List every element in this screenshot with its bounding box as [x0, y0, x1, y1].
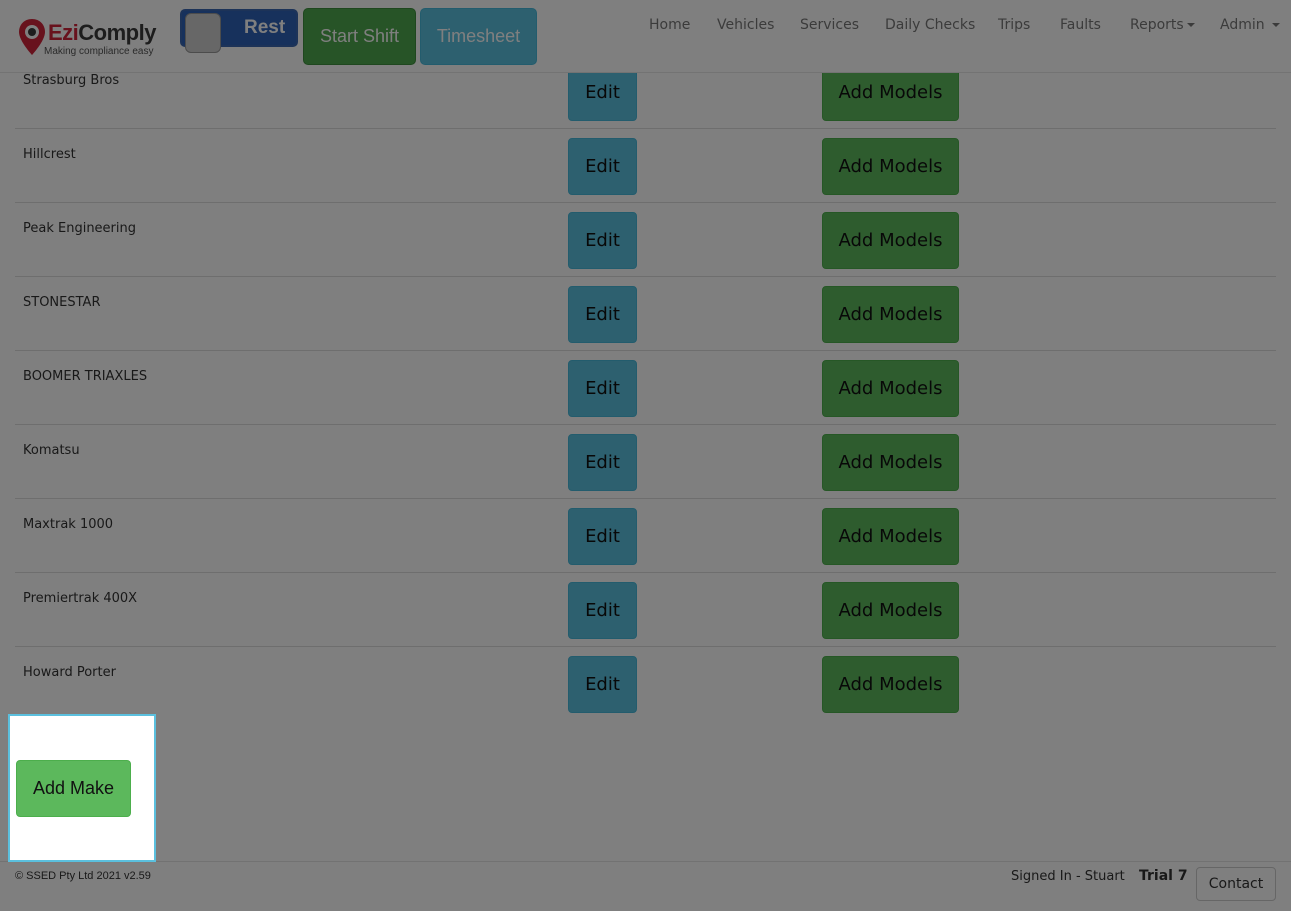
edit-button[interactable]: Edit	[568, 360, 637, 417]
table-row: Komatsu Edit Add Models	[15, 425, 1276, 499]
make-name: STONESTAR	[23, 295, 101, 310]
table-row: Peak Engineering Edit Add Models	[15, 203, 1276, 277]
signed-in-user: Signed In - Stuart	[1011, 869, 1125, 884]
table-row: Hillcrest Edit Add Models	[15, 129, 1276, 203]
make-name: Maxtrak 1000	[23, 517, 114, 532]
add-models-button[interactable]: Add Models	[822, 508, 959, 565]
contact-button[interactable]: Contact	[1196, 867, 1276, 901]
navbar: EziComply Making compliance easy Rest St…	[0, 0, 1291, 73]
make-name: BOOMER TRIAXLES	[23, 369, 148, 384]
nav-reports-dropdown[interactable]: Reports	[1130, 17, 1195, 33]
add-make-button[interactable]: Add Make	[16, 760, 131, 817]
table-row: Premiertrak 400X Edit Add Models	[15, 573, 1276, 647]
caret-down-icon	[1272, 23, 1281, 27]
nav-menu: Home Vehicles Services Daily Checks Trip…	[0, 17, 1291, 37]
add-models-button[interactable]: Add Models	[822, 286, 959, 343]
edit-button[interactable]: Edit	[568, 138, 637, 195]
footer-divider	[0, 861, 1291, 862]
edit-button[interactable]: Edit	[568, 434, 637, 491]
add-models-button[interactable]: Add Models	[822, 212, 959, 269]
logo-tagline: Making compliance easy	[44, 46, 154, 57]
table-row: Maxtrak 1000 Edit Add Models	[15, 499, 1276, 573]
trial-badge: Trial 7	[1139, 868, 1188, 884]
add-models-button[interactable]: Add Models	[822, 138, 959, 195]
nav-services[interactable]: Services	[800, 17, 859, 33]
edit-button[interactable]: Edit	[568, 286, 637, 343]
caret-down-icon	[1186, 23, 1195, 27]
edit-button[interactable]: Edit	[568, 508, 637, 565]
tour-highlight: Add Make	[8, 714, 156, 862]
add-models-button[interactable]: Add Models	[822, 360, 959, 417]
make-name: Premiertrak 400X	[23, 591, 138, 606]
make-name: Howard Porter	[23, 665, 116, 680]
nav-daily-checks[interactable]: Daily Checks	[885, 17, 975, 33]
nav-admin-dropdown[interactable]: Admin	[1220, 17, 1281, 33]
make-name: Strasburg Bros	[23, 73, 120, 88]
table-row: STONESTAR Edit Add Models	[15, 277, 1276, 351]
add-models-button[interactable]: Add Models	[822, 434, 959, 491]
add-models-button[interactable]: Add Models	[822, 582, 959, 639]
make-name: Komatsu	[23, 443, 80, 458]
make-name: Peak Engineering	[23, 221, 137, 236]
nav-trips[interactable]: Trips	[998, 17, 1030, 33]
nav-home[interactable]: Home	[649, 17, 690, 33]
table-row: Howard Porter Edit Add Models	[15, 647, 1276, 721]
table-row: BOOMER TRIAXLES Edit Add Models	[15, 351, 1276, 425]
nav-reports-label: Reports	[1130, 17, 1184, 33]
nav-faults[interactable]: Faults	[1060, 17, 1101, 33]
nav-admin-label: Admin	[1220, 17, 1265, 33]
make-name: Hillcrest	[23, 147, 76, 162]
copyright: © SSED Pty Ltd 2021 v2.59	[15, 870, 151, 882]
add-models-button[interactable]: Add Models	[822, 656, 959, 713]
nav-vehicles[interactable]: Vehicles	[717, 17, 774, 33]
edit-button[interactable]: Edit	[568, 582, 637, 639]
edit-button[interactable]: Edit	[568, 656, 637, 713]
edit-button[interactable]: Edit	[568, 212, 637, 269]
